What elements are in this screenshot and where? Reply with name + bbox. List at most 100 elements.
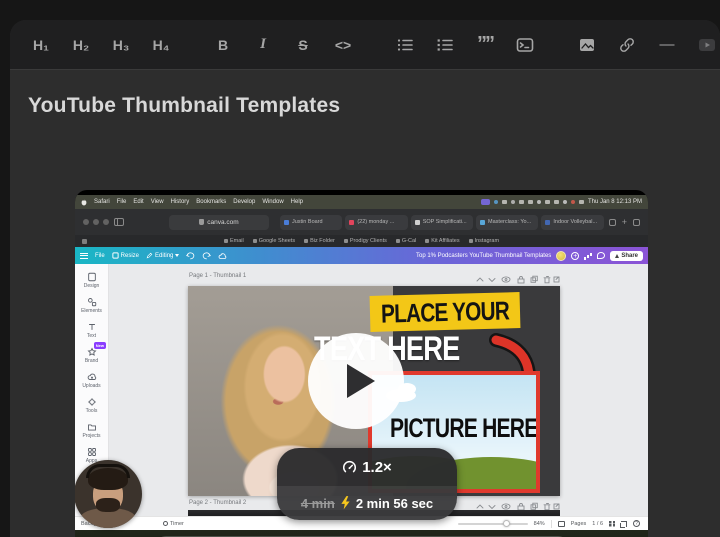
tab-sop[interactable]: SOP Simplificati... [410,214,474,230]
safari-toolbar: canva.com Justin Board (22) monday ... S… [75,209,648,235]
page1-actions[interactable] [475,271,560,284]
favorite-instagram[interactable]: Instagram [468,238,499,244]
tab-masterclass[interactable]: Masterclass: Yo... [476,214,539,230]
menu-bookmarks[interactable]: Bookmarks [196,199,226,205]
hamburger-menu-icon[interactable] [80,252,88,259]
new-tab-button[interactable]: + [622,217,627,226]
numbered-list-button[interactable] [428,28,462,62]
playback-speed-overlay[interactable]: 1.2× 4 min 2 min 56 sec [277,448,457,520]
insert-image-button[interactable] [570,28,604,62]
menu-file[interactable]: File [117,199,127,205]
heading4-button[interactable]: H₄ [144,28,178,62]
control-center-icon[interactable] [578,200,584,204]
favorite-gcal[interactable]: G-Cal [395,238,416,244]
heading1-button[interactable]: H₁ [24,28,58,62]
slider-knob[interactable] [503,520,511,527]
menu-view[interactable]: View [151,199,164,205]
sidebar-item-elements[interactable]: Elements [75,293,108,318]
video-embed-icon [699,38,715,51]
play-button[interactable] [308,333,404,429]
redo-button[interactable] [202,251,212,260]
page1-label[interactable]: Page 1 - Thumbnail 1 [189,273,246,279]
video-embed[interactable]: Safari File Edit View History Bookmarks … [75,190,648,537]
zoom-slider[interactable] [457,520,528,527]
insert-link-button[interactable] [610,28,644,62]
menu-history[interactable]: History [171,199,190,205]
horizontal-rule-button[interactable]: — [650,28,684,62]
favorite-email[interactable]: Email [223,238,244,244]
tab-justin-board[interactable]: Justin Board [280,214,343,230]
canva-resize-button[interactable]: Resize [112,252,139,259]
undo-button[interactable] [186,251,195,260]
desktop-wallpaper: 19 [75,530,648,537]
blockquote-button[interactable]: ”” [468,28,502,62]
macos-menubar: Safari File Edit View History Bookmarks … [75,195,648,209]
close-window-button[interactable] [83,219,89,225]
sidebar-item-brand[interactable]: New Brand [75,342,108,368]
zoom-window-button[interactable] [103,219,109,225]
pages-label[interactable]: Pages [571,521,587,527]
page2-label[interactable]: Page 2 - Thumbnail 2 [189,500,246,506]
favorites-left-icon[interactable] [82,238,87,244]
sidebar-item-uploads[interactable]: Uploads [75,368,108,393]
favorite-prodigy-clients[interactable]: Prodigy Clients [343,238,387,244]
battery-icon[interactable] [527,200,533,204]
sidebar-item-design[interactable]: Design [75,268,108,293]
favorite-kit-affiliates[interactable]: Kit Affiliates [425,238,460,244]
minimize-window-button[interactable] [93,219,99,225]
display-icon[interactable] [501,200,507,204]
sidebar-item-projects[interactable]: Projects [75,418,108,443]
favorite-biz-folder[interactable]: Biz Folder [304,238,335,244]
search-icon[interactable] [562,200,567,204]
canva-editing-mode[interactable]: Editing [146,252,180,259]
code-block-button[interactable] [508,28,542,62]
link-icon [620,37,634,52]
canva-file-menu[interactable]: File [95,253,105,259]
screen-record-indicator-icon[interactable] [480,199,490,205]
strikethrough-button[interactable]: S [286,28,320,62]
heading3-button[interactable]: H₃ [104,28,138,62]
tab-overview-icon[interactable] [633,218,640,226]
document-title[interactable]: Top 1% Podcasters YouTube Thumbnail Temp… [416,253,551,259]
inline-code-button[interactable]: <> [326,28,360,62]
help-icon[interactable]: ? [633,520,640,527]
add-collaborator-button[interactable]: + [571,251,580,260]
moon-icon[interactable] [536,200,541,204]
bullet-list-button[interactable] [388,28,422,62]
menu-develop[interactable]: Develop [233,199,255,205]
favorite-google-sheets[interactable]: Google Sheets [252,238,295,244]
keyboard-icon[interactable] [518,200,524,204]
insights-icon[interactable] [584,252,592,260]
safari-sidebar-icon[interactable] [114,218,124,226]
italic-button[interactable]: I [246,28,280,62]
picture-here-text: PICTURE HERE [390,413,538,443]
fullscreen-icon[interactable] [620,520,627,528]
chevron-down-icon [175,254,180,257]
apple-logo-icon[interactable] [81,198,87,206]
zoom-percent[interactable]: 84% [534,521,545,527]
grid-view-icon[interactable] [609,520,615,527]
sidebar-item-tools[interactable]: Tools [75,393,108,418]
wifi-icon[interactable] [553,200,559,204]
heading2-button[interactable]: H₂ [64,28,98,62]
menu-help[interactable]: Help [291,199,303,205]
sidebar-item-text[interactable]: Text [75,318,108,343]
menu-safari[interactable]: Safari [94,199,110,205]
tab-monday[interactable]: (22) monday ... [345,214,408,230]
tab-volleyball[interactable]: Indoor Volleybal... [541,214,604,230]
bold-button[interactable]: B [206,28,240,62]
user-avatar[interactable] [556,250,567,261]
page2-actions[interactable] [475,498,560,511]
numbered-list-icon [437,38,453,51]
share-button[interactable]: Share [610,250,643,261]
timer-button[interactable]: Timer [163,521,184,527]
comment-icon[interactable] [597,252,606,259]
menu-edit[interactable]: Edit [133,199,143,205]
menu-window[interactable]: Window [262,199,283,205]
menubar-clock[interactable]: Thu Jan 8 12:13 PM [588,199,642,205]
bluetooth-icon[interactable] [493,200,498,204]
address-bar[interactable]: canva.com [169,214,269,230]
share-icon[interactable] [608,218,616,226]
volume-icon[interactable] [544,200,550,204]
embed-video-button[interactable] [690,28,720,62]
